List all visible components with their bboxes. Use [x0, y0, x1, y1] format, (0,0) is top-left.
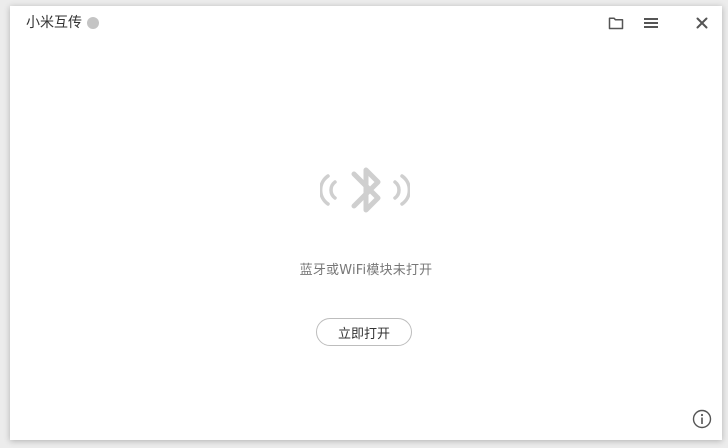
title-bar: 小米互传 — [10, 6, 722, 40]
bluetooth-wireless-icon — [318, 154, 412, 226]
close-icon — [696, 17, 708, 29]
connectivity-status-text: 蓝牙或WiFi模块未打开 — [299, 263, 433, 278]
app-title: 小米互传 — [26, 15, 82, 31]
info-button[interactable] — [692, 409, 712, 429]
open-folder-button[interactable] — [606, 13, 626, 33]
app-window: 小米互传 蓝牙或WiFi模块未打开 立即打开 — [10, 6, 722, 440]
folder-icon — [608, 17, 624, 30]
open-now-button[interactable]: 立即打开 — [316, 318, 412, 346]
close-button[interactable] — [692, 13, 712, 33]
connection-status-dot — [87, 17, 99, 29]
info-icon — [692, 409, 712, 429]
menu-button[interactable] — [641, 13, 661, 33]
hamburger-menu-icon — [644, 18, 658, 28]
